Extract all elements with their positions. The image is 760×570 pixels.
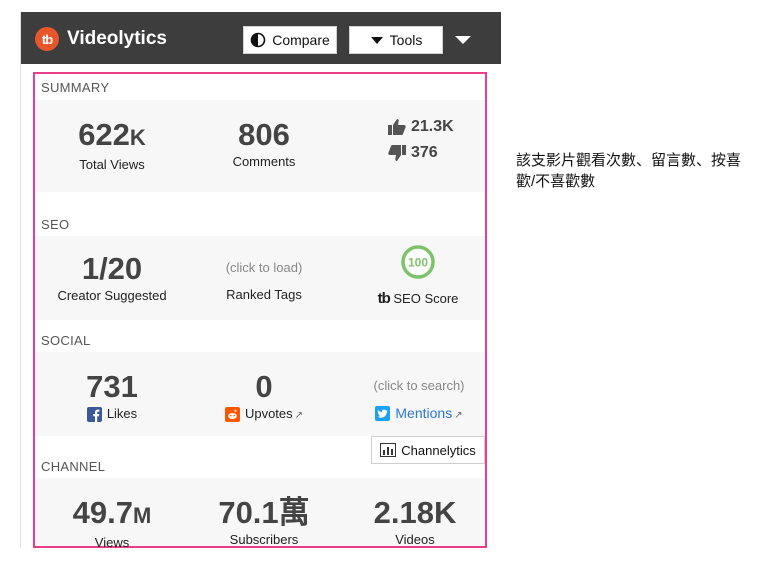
videos-metric: 2.18K Videos [345, 495, 485, 548]
videos-label: Videos [395, 532, 435, 547]
upvotes-value: 0 [255, 369, 273, 404]
video-likes: 21.3K [387, 114, 487, 140]
tools-button[interactable]: Tools [349, 26, 443, 54]
mentions-link[interactable]: Mentions ↗ [353, 405, 485, 423]
subscribers-label: Subscribers [229, 532, 299, 547]
channel-title: CHANNEL [41, 459, 106, 474]
summary-title: SUMMARY [41, 80, 110, 95]
external-link-icon: ↗ [294, 410, 304, 421]
upvotes-metric[interactable]: 0 Upvotes ↗ [189, 369, 339, 423]
seo-score-value: 100 [408, 256, 428, 270]
subscribers-value: 70.1萬 [218, 495, 310, 530]
mentions-metric[interactable]: (click to search) Mentions ↗ [353, 378, 485, 423]
social-likes-metric: 731 Likes [37, 369, 187, 423]
thumbs-up-icon [388, 119, 406, 135]
upvotes-label: Upvotes [244, 406, 293, 421]
seo-score-badge: 100 [353, 244, 483, 280]
brand-name: Videolytics [67, 28, 167, 49]
likes-dislikes: 21.3K 376 [387, 114, 487, 166]
channel-views-metric: 49.7M Views [37, 495, 187, 551]
creator-suggested-metric: 1/20 Creator Suggested [37, 251, 187, 304]
ranked-tags-load-link[interactable]: (click to load) [189, 260, 339, 275]
seo-header [35, 192, 485, 236]
menu-dropdown-button[interactable] [449, 30, 477, 50]
total-views-metric: 622K Total Views [37, 117, 187, 173]
dislikes-count: 376 [411, 144, 438, 161]
channel-views-label: Views [94, 535, 130, 550]
channelytics-label: Channelytics [401, 442, 476, 458]
creator-suggested-label: Creator Suggested [57, 288, 167, 303]
stats-content: SUMMARY 622K Total Views 806 Comments 21… [33, 72, 487, 551]
video-dislikes: 376 [387, 140, 487, 166]
seo-title: SEO [41, 217, 70, 232]
mentions-label: Mentions [395, 405, 453, 421]
seo-score-label: SEO Score [393, 291, 459, 306]
caret-down-icon [370, 37, 383, 44]
social-likes-row: Likes [37, 406, 187, 423]
seo-score-metric: 100 tb SEO Score [353, 244, 483, 307]
subscribers-metric: 70.1萬 Subscribers [189, 495, 339, 548]
total-views-label: Total Views [79, 157, 145, 172]
half-circle-icon [250, 32, 266, 48]
tools-label: Tools [389, 32, 423, 48]
total-views-value: 622K [78, 117, 146, 152]
seo-score-label-row: tb SEO Score [353, 290, 483, 307]
thumbs-down-icon [388, 145, 406, 161]
external-link-icon: ↗ [454, 410, 463, 421]
ranked-tags-metric[interactable]: (click to load) Ranked Tags [189, 260, 339, 302]
brand-logo: tb [35, 27, 59, 51]
reddit-icon [224, 407, 240, 423]
upvotes-link[interactable]: Upvotes ↗ [189, 406, 339, 423]
videolytics-panel: tb Videolytics Compare Tools SUMMARY 622… [20, 12, 501, 551]
channelytics-button[interactable]: Channelytics [371, 436, 485, 464]
compare-label: Compare [272, 32, 330, 48]
ranked-tags-label: Ranked Tags [226, 287, 302, 302]
social-title: SOCIAL [41, 333, 91, 348]
tb-logo-icon: tb [377, 290, 391, 307]
social-likes-value: 731 [86, 369, 138, 404]
comments-value: 806 [238, 117, 290, 152]
annotation-note: 該支影片觀看次數、留言數、按喜歡/不喜歡數 [516, 152, 742, 190]
facebook-icon [86, 407, 102, 423]
seo-score-ring-icon: 100 [401, 245, 435, 279]
chevron-down-icon [455, 36, 471, 44]
creator-suggested-value: 1/20 [81, 251, 143, 286]
mentions-search-link[interactable]: (click to search) [353, 378, 485, 393]
brand: tb Videolytics [35, 26, 167, 52]
comments-metric: 806 Comments [189, 117, 339, 170]
social-header [35, 320, 485, 352]
bar-chart-icon [380, 443, 397, 457]
header-bar: tb Videolytics Compare Tools [21, 12, 501, 64]
compare-button[interactable]: Compare [243, 26, 337, 54]
comments-label: Comments [232, 154, 296, 169]
videos-value: 2.18K [373, 495, 457, 530]
twitter-icon [375, 406, 391, 422]
channel-views-value: 49.7M [72, 495, 152, 530]
social-likes-label: Likes [106, 406, 138, 421]
likes-count: 21.3K [411, 118, 454, 135]
